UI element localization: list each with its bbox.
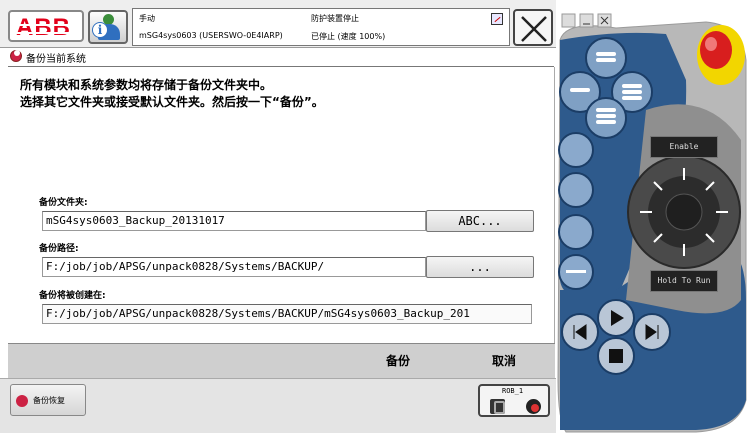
top-bar: ABB i 手动 mSG4sys0603 (USERSWO-0E4IARP) 防… [0, 0, 556, 48]
logo-stripe [14, 24, 80, 26]
backup-restore-icon [16, 395, 28, 407]
run-state: 已停止 (速度 100%) [311, 32, 386, 41]
backup-restore-icon [10, 50, 22, 62]
backup-button[interactable]: 备份 [348, 344, 448, 379]
abb-logo: ABB [16, 14, 71, 41]
window-minimize-icon[interactable] [579, 13, 594, 28]
jog-icon [526, 399, 541, 414]
mechanical-unit-label: ROB_1 [502, 387, 524, 395]
description-line-2: 选择其它文件夹或接受默认文件夹。然后按一下“备份”。 [20, 95, 324, 109]
guard-status: 防护装置停止 [311, 14, 359, 23]
robot-icon [490, 399, 505, 414]
backup-path-input[interactable]: F:/job/job/APSG/unpack0828/Systems/BACKU… [42, 257, 426, 277]
logo-stripe [14, 32, 80, 34]
enable-label: Enable [650, 136, 718, 158]
toggle-increment-key[interactable] [558, 214, 594, 250]
toggle-motion-mode-key[interactable] [558, 172, 594, 208]
window-restore-icon[interactable] [561, 13, 576, 28]
select-mechanical-unit-key[interactable] [558, 132, 594, 168]
backup-panel: 所有模块和系统参数均将存储于备份文件夹中。 选择其它文件夹或接受默认文件夹。然后… [8, 67, 555, 343]
description-line-1: 所有模块和系统参数均将存储于备份文件夹中。 [20, 78, 273, 92]
taskbar: 备份恢复 ROB_1 [0, 378, 556, 433]
backup-location-label: 备份将被创建在: [39, 291, 106, 301]
page-title-row: 备份当前系统 [8, 49, 556, 65]
quickset-icon[interactable] [491, 13, 503, 25]
info-icon: i [92, 22, 108, 38]
task-backup-restore[interactable]: 备份恢复 [10, 384, 86, 416]
emergency-stop-button[interactable] [697, 25, 745, 85]
cancel-button[interactable]: 取消 [454, 344, 554, 379]
system-name: mSG4sys0603 (USERSWO-0E4IARP) [139, 31, 283, 40]
hold-to-run-label: Hold To Run [650, 270, 718, 292]
quickset-mechanical-unit-button[interactable]: ROB_1 [478, 384, 550, 417]
browse-path-button[interactable]: ... [426, 256, 534, 278]
increment-key[interactable] [558, 254, 594, 290]
close-icon [521, 16, 547, 42]
task-label: 备份恢复 [33, 396, 65, 405]
abb-menu-button[interactable]: ABB [8, 10, 84, 42]
flexpendant-screen: ABB i 手动 mSG4sys0603 (USERSWO-0E4IARP) 防… [0, 0, 556, 433]
status-bar[interactable]: 手动 mSG4sys0603 (USERSWO-0E4IARP) 防护装置停止 … [132, 8, 510, 46]
backup-location-value: F:/job/job/APSG/unpack0828/Systems/BACKU… [42, 304, 532, 324]
backup-folder-label: 备份文件夹: [39, 198, 88, 208]
command-bar: 备份 取消 [8, 343, 555, 378]
teach-pendant-body [556, 0, 751, 433]
operator-info-button[interactable]: i [88, 10, 128, 44]
backup-folder-input[interactable]: mSG4sys0603_Backup_20131017 [42, 211, 426, 231]
operating-mode: 手动 [139, 14, 155, 23]
page-title: 备份当前系统 [26, 54, 86, 65]
backup-path-label: 备份路径: [39, 244, 79, 254]
close-button[interactable] [513, 9, 553, 46]
folder-keyboard-button[interactable]: ABC... [426, 210, 534, 232]
